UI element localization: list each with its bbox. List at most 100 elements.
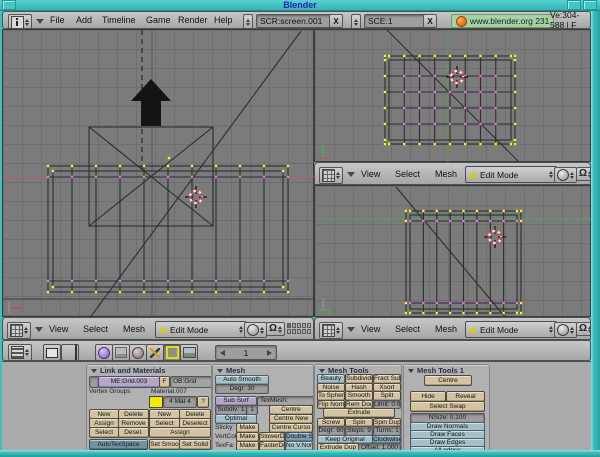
material-help-button[interactable]: ? — [197, 396, 209, 408]
proportional-edit-button[interactable]: Ω — [576, 322, 591, 336]
buttons-window[interactable]: Link and Materials ME:Grid.003 F OB:Grid… — [2, 361, 591, 450]
centre-button[interactable]: Centre — [424, 375, 472, 386]
panel-header[interactable]: Mesh — [217, 366, 245, 375]
menu-view[interactable]: View — [361, 318, 380, 339]
proportional-omega-icon: Ω — [579, 169, 587, 179]
mode-dropdown[interactable]: Edit Mode — [155, 321, 247, 338]
proportional-edit-button[interactable]: Ω — [266, 322, 285, 336]
viewport-grid-icon — [322, 324, 335, 337]
degr-stepper[interactable]: Degr: 30 — [215, 384, 269, 394]
scene-name-field[interactable]: SCE:1 — [364, 14, 430, 28]
menu-select[interactable]: Select — [395, 163, 420, 184]
vertex-groups-label: Vertex Groups — [89, 388, 131, 395]
proportional-edit-button[interactable]: Ω — [576, 167, 591, 181]
menu-mesh[interactable]: Mesh — [435, 318, 457, 339]
mode-dropdown[interactable]: Edit Mode — [465, 166, 557, 183]
set-solid-button[interactable]: Set Solid — [179, 439, 211, 450]
scene-close-button[interactable]: X — [423, 14, 437, 28]
object-name-field[interactable]: OB:Grid — [170, 376, 212, 388]
script-context-button[interactable] — [112, 344, 130, 361]
buttons-window-type-button[interactable] — [8, 344, 32, 361]
screen-close-button[interactable]: X — [329, 14, 343, 28]
shading-icon — [132, 347, 144, 359]
panel-header[interactable]: Mesh Tools 1 — [408, 366, 464, 375]
vgroup-deselect-button[interactable]: Desel. — [118, 427, 149, 438]
logic-context-button[interactable] — [95, 344, 113, 361]
side-viewport[interactable] — [314, 185, 591, 317]
window-titlebar[interactable]: Blender — [0, 0, 600, 11]
page-left-arrow-icon[interactable] — [220, 350, 225, 356]
menu-file[interactable]: File — [50, 12, 65, 28]
window-close-button[interactable] — [583, 0, 597, 10]
page-right-arrow-icon[interactable] — [267, 350, 272, 356]
menu-render[interactable]: Render — [178, 12, 208, 28]
vgroup-select-button[interactable]: Select — [89, 427, 119, 438]
material-index-stepper[interactable]: 4 Mat 4 — [163, 396, 197, 408]
menu-add[interactable]: Add — [76, 12, 92, 28]
blender-info-badge: www.blender.org 231 — [451, 14, 554, 28]
scene-context-button[interactable] — [180, 344, 198, 361]
menu-game[interactable]: Game — [146, 12, 171, 28]
viewport-type-button[interactable] — [7, 322, 31, 339]
menu-help[interactable]: Help — [214, 12, 233, 28]
front-viewport-canvas[interactable] — [3, 30, 315, 318]
header-collapse-icon[interactable] — [347, 172, 355, 177]
window-maximize-button[interactable] — [567, 0, 581, 10]
window-type-button[interactable] — [8, 14, 32, 29]
home-button[interactable] — [61, 344, 79, 361]
header-collapse-icon[interactable] — [35, 327, 43, 332]
autotexspace-toggle[interactable]: AutoTexSpace — [89, 439, 148, 450]
buttons-page-stepper[interactable]: 1 — [215, 345, 277, 360]
menu-view[interactable]: View — [361, 163, 380, 184]
editing-context-button[interactable] — [163, 344, 181, 361]
page-number: 1 — [244, 348, 249, 358]
menu-select[interactable]: Select — [83, 318, 108, 339]
menu-timeline[interactable]: Timeline — [102, 12, 136, 28]
mode-dropdown[interactable]: Edit Mode — [465, 321, 557, 338]
side-viewport-canvas[interactable] — [315, 186, 592, 318]
fake-user-button[interactable]: F — [159, 376, 170, 388]
object-context-button[interactable] — [146, 344, 164, 361]
scene-browse-button[interactable] — [351, 14, 361, 29]
material-color-swatch[interactable] — [149, 396, 163, 408]
menu-mesh[interactable]: Mesh — [123, 318, 145, 339]
window-controls — [566, 0, 598, 10]
3d-cursor — [484, 226, 506, 248]
draw-type-button[interactable] — [554, 167, 577, 183]
viewport-type-button[interactable] — [319, 322, 343, 339]
sticky-label: Sticky: — [215, 424, 234, 431]
axis-indicator — [9, 302, 21, 313]
extrude-arrow — [131, 79, 171, 126]
draw-type-button[interactable] — [244, 322, 267, 338]
select-swap-button[interactable]: Select Swap — [410, 401, 485, 412]
menu-view[interactable]: View — [49, 318, 68, 339]
draw-type-button[interactable] — [554, 322, 577, 338]
top-viewport-canvas[interactable] — [315, 30, 592, 163]
menu-select[interactable]: Select — [395, 318, 420, 339]
material-assign-button[interactable]: Assign — [149, 427, 211, 438]
square-icon — [46, 348, 58, 358]
header-collapse-icon[interactable] — [347, 327, 355, 332]
front-viewport[interactable] — [2, 29, 314, 317]
header-collapse-icon[interactable] — [36, 19, 44, 24]
panel-header[interactable]: Link and Materials — [91, 366, 165, 375]
panel-mesh-tools-1: Mesh Tools 1 Centre Hide Reveal Select S… — [403, 364, 490, 452]
panel-title: Mesh — [226, 366, 245, 375]
top-viewport[interactable] — [314, 29, 591, 162]
screen-browse-button[interactable] — [243, 14, 253, 29]
home-icon — [63, 344, 77, 362]
panel-mesh: Mesh Auto Smooth Degr: 30 Sub Surf TexMe… — [212, 364, 314, 452]
mesh-name-field[interactable]: ME:Grid.003 — [98, 376, 160, 388]
layer-buttons[interactable] — [287, 323, 314, 334]
shading-context-button[interactable] — [129, 344, 147, 361]
panels-button[interactable] — [43, 344, 61, 361]
set-smooth-button[interactable]: Set Smoo — [149, 439, 180, 450]
menu-mesh[interactable]: Mesh — [435, 163, 457, 184]
object-icon — [150, 348, 160, 358]
screen-name-field[interactable]: SCR:screen.001 — [256, 14, 336, 28]
stepper-icon — [25, 349, 29, 356]
proportional-omega-icon: Ω — [269, 324, 277, 334]
info-icon — [11, 16, 24, 29]
viewport-type-button[interactable] — [319, 167, 343, 184]
extrude-button[interactable]: Extrude — [323, 408, 395, 418]
